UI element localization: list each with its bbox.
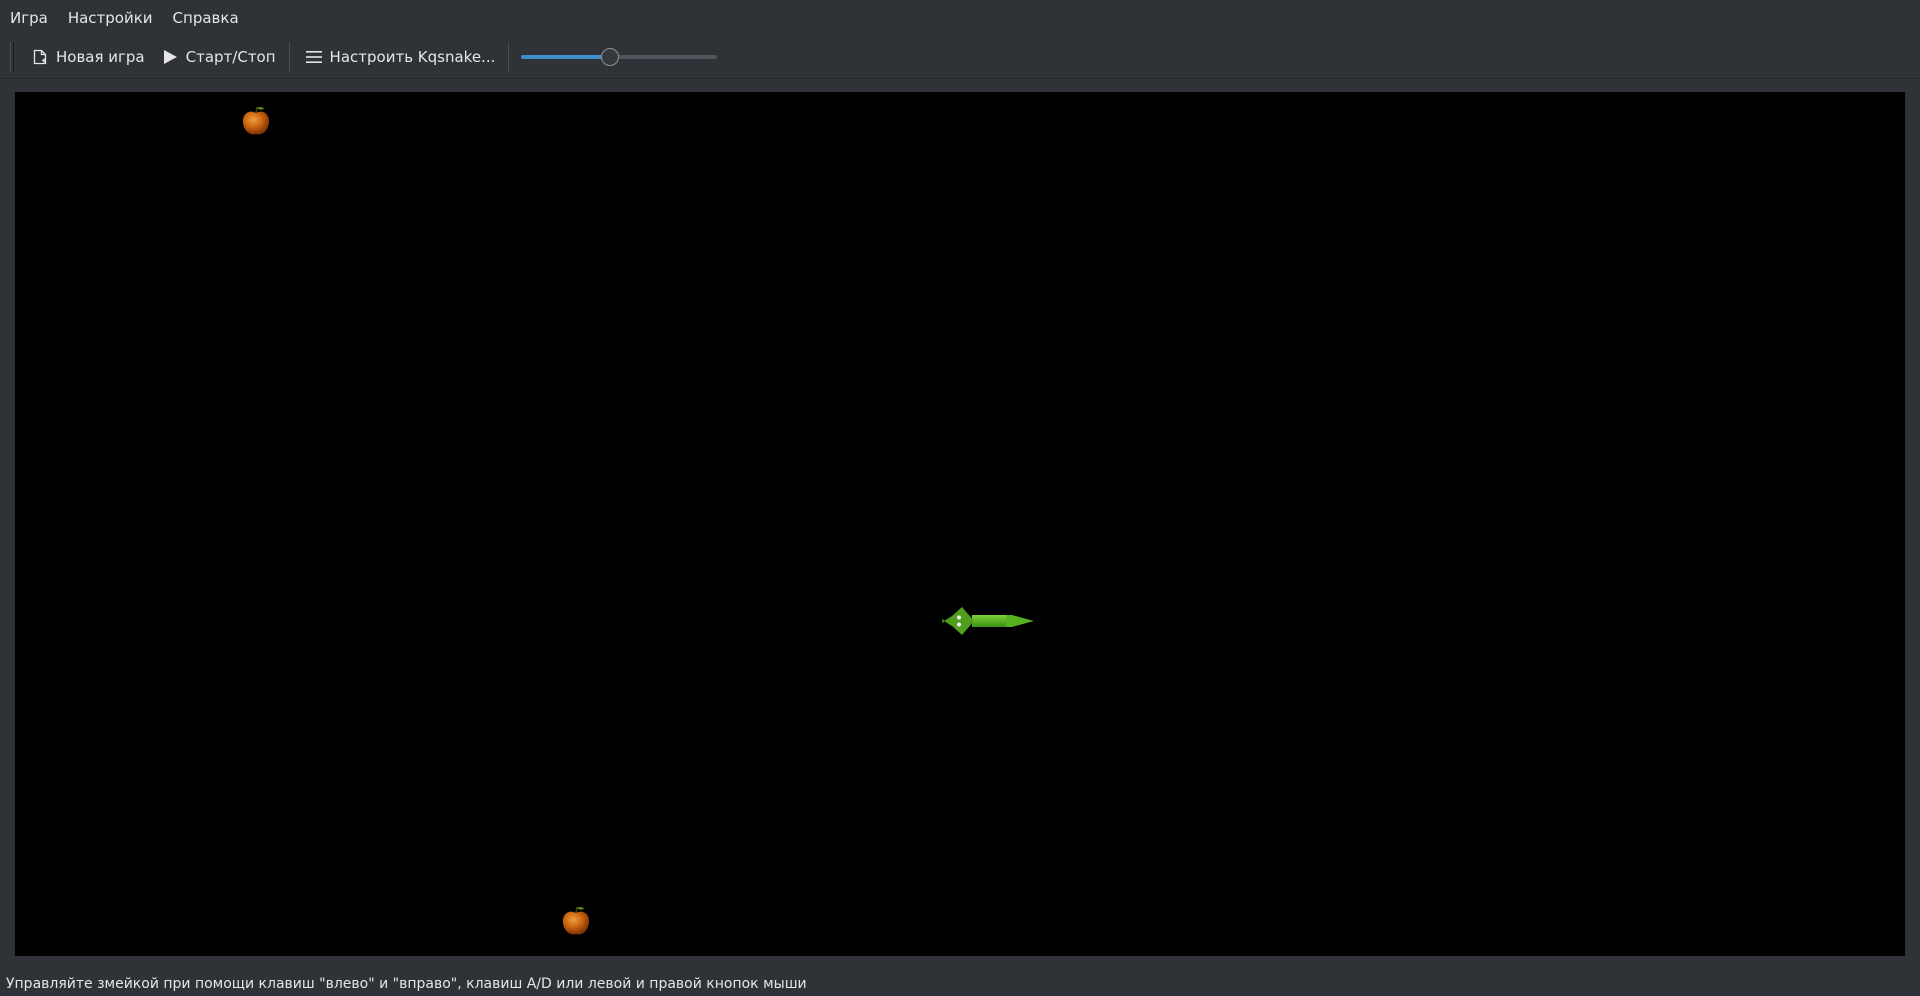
start-stop-button[interactable]: Старт/Стоп (152, 40, 283, 74)
hamburger-menu-icon (305, 48, 323, 66)
snake-eye (957, 622, 961, 627)
new-game-button[interactable]: Новая игра (22, 40, 152, 74)
start-stop-label: Старт/Стоп (185, 48, 276, 66)
slider-handle[interactable] (600, 48, 619, 66)
play-icon (161, 48, 179, 66)
apple-icon (562, 906, 590, 935)
game-field[interactable] (15, 92, 1905, 956)
main-toolbar: Новая игра Старт/Стоп Настроить Kqsnake.… (0, 36, 1920, 79)
slider-fill (521, 55, 610, 59)
menu-bar: Игра Настройки Справка (0, 0, 1920, 36)
menu-help[interactable]: Справка (163, 0, 249, 36)
status-bar-text: Управляйте змейкой при помощи клавиш "вл… (6, 976, 807, 992)
kqsnake-window: Игра Настройки Справка Новая игра Старт/… (0, 0, 1920, 996)
new-document-icon (31, 48, 49, 66)
snake-tail (1006, 615, 1034, 627)
toolbar-separator (288, 42, 290, 72)
toolbar-drag-handle[interactable] (10, 42, 14, 72)
menu-settings[interactable]: Настройки (58, 0, 163, 36)
configure-button[interactable]: Настроить Kqsnake... (296, 40, 503, 74)
snake (942, 607, 1034, 635)
menu-game[interactable]: Игра (0, 0, 58, 36)
snake-body (972, 615, 1006, 627)
configure-label: Настроить Kqsnake... (329, 48, 496, 66)
speed-slider[interactable] (521, 47, 718, 67)
snake-eye (957, 615, 961, 620)
apple-icon (242, 106, 270, 135)
toolbar-separator (508, 42, 510, 72)
snake-head (944, 607, 974, 635)
new-game-label: Новая игра (56, 48, 145, 66)
